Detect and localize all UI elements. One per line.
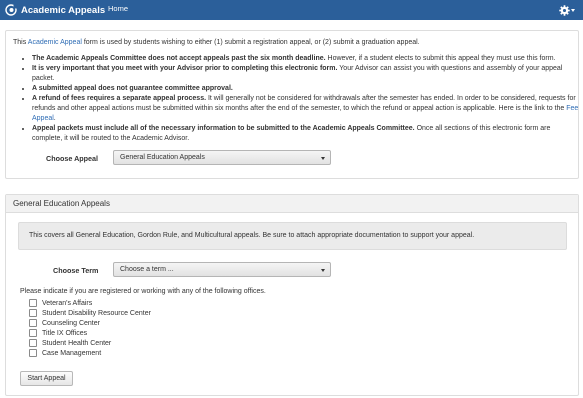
rule-text: However, if a student elects to submit t… [325, 55, 556, 62]
checkbox[interactable] [29, 299, 37, 307]
info-well: This covers all General Education, Gordo… [18, 222, 567, 250]
appeal-info-panel: This Academic Appeal form is used by stu… [5, 30, 579, 179]
rule-text-end: . [53, 115, 56, 122]
office-option-disability-resource-center[interactable]: Student Disability Resource Center [29, 308, 151, 318]
choose-appeal-label: Choose Appeal [46, 154, 99, 163]
panel-heading: General Education Appeals [6, 195, 578, 213]
choose-term-select[interactable]: Choose a term ... [113, 262, 331, 277]
intro-text-start: This [13, 39, 28, 46]
app-title: Academic Appeals [21, 4, 106, 16]
academic-logo-icon [5, 4, 17, 16]
chevron-down-icon [321, 269, 325, 272]
section-title: General Education Appeals [13, 199, 110, 208]
chevron-down-icon [321, 157, 325, 160]
general-education-panel: General Education Appeals This covers al… [5, 194, 579, 396]
rule-bold: Appeal packets must include all of the n… [32, 125, 415, 132]
choose-appeal-value: General Education Appeals [120, 154, 205, 161]
intro-text: This Academic Appeal form is used by stu… [13, 38, 569, 48]
office-label: Counseling Center [42, 319, 100, 327]
rule-item: A submitted appeal does not guarantee co… [32, 84, 582, 94]
rule-bold: It is very important that you meet with … [32, 65, 338, 72]
office-label: Student Disability Resource Center [42, 309, 151, 317]
academic-appeal-link[interactable]: Academic Appeal [28, 39, 82, 46]
office-option-veterans-affairs[interactable]: Veteran's Affairs [29, 298, 92, 308]
office-label: Case Management [42, 349, 102, 357]
checkbox[interactable] [29, 329, 37, 337]
office-label: Veteran's Affairs [42, 299, 93, 307]
gear-icon [559, 4, 570, 16]
office-label: Title IX Offices [42, 329, 88, 337]
appeal-rules-list: The Academic Appeals Committee does not … [23, 54, 582, 144]
office-label: Student Health Center [42, 339, 112, 347]
rule-bold: A submitted appeal does not guarantee co… [32, 85, 233, 92]
rule-bold: A refund of fees requires a separate app… [32, 95, 207, 102]
choose-term-value: Choose a term ... [120, 266, 174, 273]
checkbox[interactable] [29, 349, 37, 357]
intro-text-end: form is used by students wishing to eith… [81, 39, 420, 46]
office-option-student-health-center[interactable]: Student Health Center [29, 338, 111, 348]
choose-appeal-select[interactable]: General Education Appeals [113, 150, 331, 165]
office-option-counseling-center[interactable]: Counseling Center [29, 318, 100, 328]
rule-item: The Academic Appeals Committee does not … [32, 54, 582, 64]
checkbox[interactable] [29, 319, 37, 327]
office-option-case-management[interactable]: Case Management [29, 348, 101, 358]
top-navbar: Academic Appeals Home [0, 0, 583, 20]
choose-term-label: Choose Term [53, 266, 99, 275]
rule-item: A refund of fees requires a separate app… [32, 94, 582, 124]
brand[interactable]: Academic Appeals [5, 2, 105, 18]
office-option-title-ix[interactable]: Title IX Offices [29, 328, 87, 338]
rule-item: It is very important that you meet with … [32, 64, 582, 84]
checkbox[interactable] [29, 339, 37, 347]
offices-prompt: Please indicate if you are registered or… [20, 288, 266, 295]
info-text: This covers all General Education, Gordo… [29, 232, 475, 239]
chevron-down-icon [571, 8, 575, 12]
settings-menu[interactable] [559, 2, 579, 18]
rule-item: Appeal packets must include all of the n… [32, 124, 582, 144]
checkbox[interactable] [29, 309, 37, 317]
nav-home-link[interactable]: Home [108, 4, 128, 13]
rule-bold: The Academic Appeals Committee does not … [32, 55, 326, 62]
start-appeal-button[interactable]: Start Appeal [20, 371, 73, 386]
